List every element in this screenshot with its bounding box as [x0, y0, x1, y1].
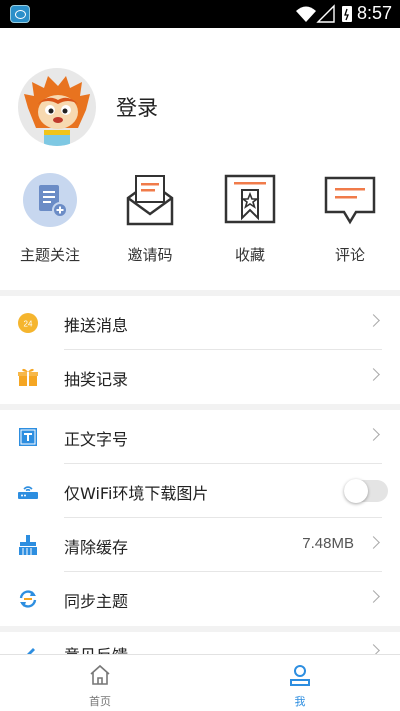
- quick-action-comment[interactable]: 评论: [300, 172, 400, 265]
- wifi-only-toggle[interactable]: [344, 479, 388, 503]
- menu-item-label: 推送消息: [64, 316, 129, 335]
- profile-card: 登录 主题关注 邀请码 收藏 评论: [0, 28, 400, 290]
- menu-item-lottery-records[interactable]: 抽奖记录: [0, 350, 400, 404]
- status-icons: [296, 4, 352, 23]
- push-message-icon: 24: [18, 313, 38, 333]
- svg-text:24: 24: [24, 320, 33, 329]
- menu-item-label: 抽奖记录: [64, 370, 129, 389]
- menu-item-label: 清除缓存: [64, 538, 129, 557]
- quick-action-label: 邀请码: [127, 246, 173, 264]
- toggle-knob: [344, 479, 368, 503]
- menu-item-sync-topics[interactable]: 同步主题: [0, 572, 400, 626]
- chevron-right-icon: [367, 644, 380, 654]
- menu-section-messages: 24 推送消息 抽奖记录: [0, 296, 400, 404]
- battery-icon: [342, 6, 352, 22]
- favorite-icon: [224, 174, 276, 224]
- cache-size-value: 7.48MB: [302, 535, 354, 552]
- feedback-icon: [27, 648, 35, 654]
- broom-icon: [19, 535, 37, 555]
- quick-action-label: 收藏: [234, 246, 265, 264]
- user-icon: [290, 665, 310, 686]
- quick-action-label: 评论: [334, 246, 365, 264]
- menu-item-label: 正文字号: [64, 430, 129, 449]
- tab-home[interactable]: 首页: [0, 655, 200, 711]
- tab-label: 我: [294, 695, 306, 708]
- menu-item-font-size[interactable]: 正文字号: [0, 410, 400, 464]
- chevron-right-icon: [367, 428, 380, 441]
- app-notification-icon: [10, 5, 30, 23]
- menu-item-label: 意见反馈: [64, 642, 128, 654]
- menu-section-feedback: 意见反馈: [0, 632, 400, 654]
- status-time: 8:57: [356, 3, 392, 23]
- quick-action-topic-follow[interactable]: 主题关注: [0, 172, 100, 265]
- quick-action-label: 主题关注: [19, 246, 80, 264]
- font-size-icon: [19, 428, 37, 446]
- quick-action-invite-code[interactable]: 邀请码: [100, 172, 200, 265]
- tab-me[interactable]: 我: [200, 655, 400, 711]
- menu-item-clear-cache[interactable]: 清除缓存 7.48MB: [0, 518, 400, 572]
- menu-item-label: 仅WiFi环境下载图片: [64, 484, 209, 503]
- mascot-avatar-icon: [24, 76, 90, 146]
- comment-icon: [324, 176, 376, 225]
- topic-follow-icon: [23, 173, 77, 227]
- status-bar: 8:57: [0, 0, 400, 28]
- signal-icon: [316, 4, 335, 23]
- menu-item-label: 同步主题: [64, 592, 129, 611]
- menu-item-feedback[interactable]: 意见反馈: [0, 632, 400, 654]
- bottom-nav: 首页 我: [0, 654, 400, 711]
- router-icon: [18, 486, 38, 499]
- menu-section-settings: 正文字号 仅WiFi环境下载图片 清除缓存 7.48MB 同步主题: [0, 410, 400, 626]
- tab-label: 首页: [89, 695, 111, 708]
- gift-icon: [18, 368, 38, 386]
- chevron-right-icon: [367, 536, 380, 549]
- login-label[interactable]: 登录: [116, 92, 158, 122]
- menu-item-push-messages[interactable]: 24 推送消息: [0, 296, 400, 350]
- quick-action-favorite[interactable]: 收藏: [200, 172, 300, 265]
- chevron-right-icon: [367, 314, 380, 327]
- chevron-right-icon: [367, 590, 380, 603]
- sync-icon: [19, 590, 37, 608]
- home-icon: [90, 664, 110, 685]
- invite-code-icon: [126, 175, 174, 226]
- chevron-right-icon: [367, 368, 380, 381]
- menu-item-wifi-images: 仅WiFi环境下载图片: [0, 464, 400, 518]
- wifi-icon: [296, 6, 316, 22]
- avatar[interactable]: [18, 68, 96, 146]
